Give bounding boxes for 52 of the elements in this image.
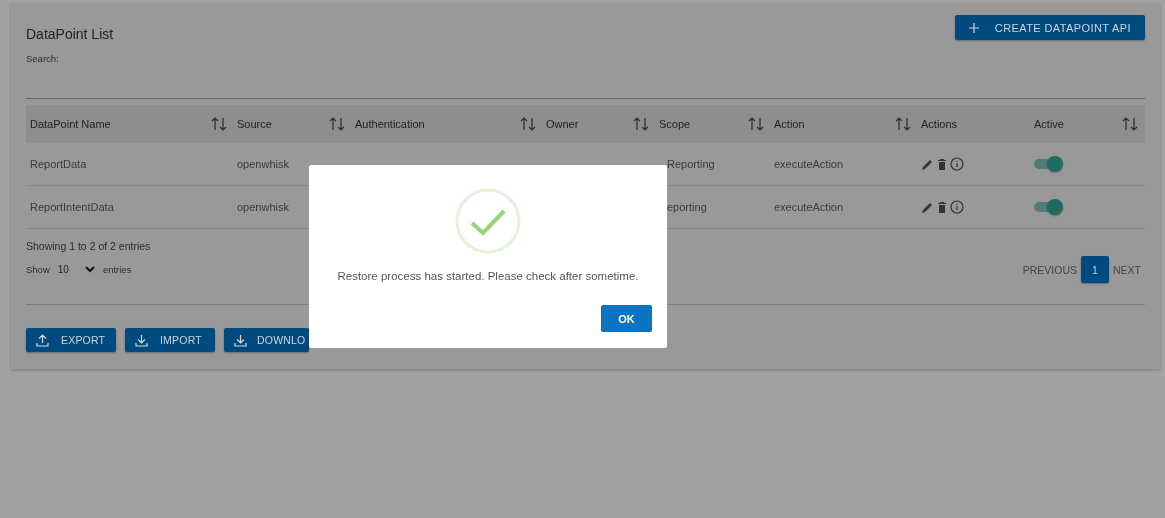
- pencil-icon[interactable]: [921, 200, 934, 214]
- sort-icon[interactable]: [211, 117, 227, 131]
- create-datapoint-button[interactable]: CREATE DATAPOINT API: [954, 15, 1145, 40]
- entries-label: entries: [102, 264, 132, 275]
- export-button[interactable]: EXPORT: [26, 328, 116, 352]
- column-header[interactable]: DataPoint Name: [30, 118, 111, 130]
- table-cell: executeAction: [774, 201, 844, 213]
- table-cell: ReportIntentData: [30, 201, 114, 213]
- column-header[interactable]: Actions: [921, 118, 958, 130]
- table-cell: ReportData: [30, 158, 87, 170]
- info-icon[interactable]: [950, 200, 964, 214]
- column-header[interactable]: Active: [1034, 118, 1064, 130]
- sort-icon[interactable]: [520, 117, 536, 131]
- column-header[interactable]: Source: [237, 118, 272, 130]
- chevron-down-icon: [84, 266, 95, 273]
- sort-icon[interactable]: [633, 117, 649, 131]
- show-label: Show: [26, 264, 50, 275]
- upload-icon: [36, 333, 49, 347]
- import-button[interactable]: IMPORT: [125, 328, 215, 352]
- page-button[interactable]: 1: [1081, 256, 1109, 283]
- trash-icon[interactable]: [937, 200, 947, 214]
- info-icon[interactable]: [950, 157, 964, 171]
- download-button[interactable]: DOWNLO: [224, 328, 309, 352]
- download-icon: [234, 333, 247, 347]
- previous-link[interactable]: PREVIOUS: [1022, 263, 1077, 276]
- column-header[interactable]: Authentication: [355, 118, 425, 130]
- sort-icon[interactable]: [1122, 117, 1138, 131]
- table-cell: Reporting: [667, 158, 715, 170]
- dialog-message: Restore process has started. Please check after sometime.: [337, 270, 639, 282]
- page-title: DataPoint List: [26, 26, 114, 42]
- trash-icon[interactable]: [937, 157, 947, 171]
- entries-info: Showing 1 to 2 of 2 entries: [26, 240, 152, 252]
- column-header[interactable]: Owner: [546, 118, 579, 130]
- sort-icon[interactable]: [895, 117, 911, 131]
- next-link[interactable]: NEXT: [1113, 263, 1141, 276]
- column-header[interactable]: Scope: [659, 118, 691, 130]
- ok-button[interactable]: OK: [601, 305, 652, 332]
- sort-icon[interactable]: [748, 117, 764, 131]
- search-label: Search:: [26, 53, 60, 64]
- toggle-switch[interactable]: [1034, 202, 1062, 212]
- table-cell: openwhisk: [237, 158, 289, 170]
- plus-icon: [968, 22, 979, 33]
- sort-icon[interactable]: [329, 117, 345, 131]
- toggle-switch[interactable]: [1034, 159, 1062, 169]
- column-header[interactable]: Action: [774, 118, 805, 130]
- table-cell: executeAction: [774, 158, 844, 170]
- success-check-icon: [455, 188, 521, 254]
- table-cell: eporting: [667, 201, 707, 213]
- table-cell: openwhisk: [237, 201, 289, 213]
- pencil-icon[interactable]: [921, 157, 934, 171]
- page-length-select[interactable]: 10: [57, 264, 95, 275]
- download-icon: [135, 333, 148, 347]
